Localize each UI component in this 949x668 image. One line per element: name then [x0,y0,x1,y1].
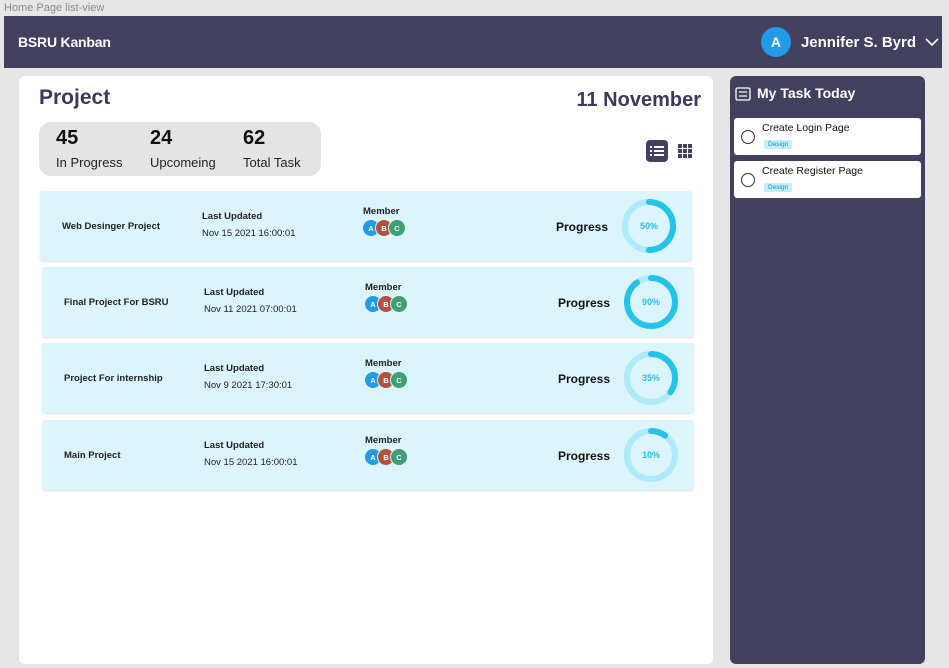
task-title: Create Login Page [762,122,850,134]
side-panel-title: My Task Today [757,85,856,101]
progress-label: Progress [558,296,611,310]
member-avatar[interactable]: C [390,295,408,313]
stat-value: 62 [243,127,266,149]
member-label: Member [365,282,402,293]
progress-value: 50% [639,221,658,231]
task-checkbox[interactable] [741,173,755,187]
member-avatar[interactable]: C [390,371,408,389]
progress-value: 35% [641,373,660,383]
last-updated-label: Last Updated [204,287,265,298]
stat-value: 45 [56,127,79,149]
progress-label: Progress [556,220,609,234]
member-avatars: A B C [364,448,408,466]
progress-label: Progress [558,372,611,386]
stat-total-task: 62 Total Task [243,127,301,170]
list-view-icon [650,146,664,156]
list-view-button[interactable] [646,140,668,162]
last-updated-value: Nov 11 2021 07:00:01 [204,304,297,315]
task-checkbox[interactable] [741,130,755,144]
frame-label: Home Page list-view [4,2,105,14]
last-updated-value: Nov 15 2021 16:00:01 [202,228,296,239]
user-name: Jennifer S. Byrd [800,33,916,51]
last-updated-label: Last Updated [202,211,263,222]
progress-label: Progress [558,449,611,463]
last-updated-value: Nov 15 2021 16:00:01 [204,457,298,468]
project-name: Project For internship [64,373,163,384]
view-toggle [646,140,696,162]
project-panel: Project 11 November 45 In Progress 24 Up… [19,76,713,664]
member-label: Member [365,358,402,369]
progress-value: 90% [641,297,660,307]
member-avatars: A B C [364,295,408,313]
brand-name[interactable]: BSRU Kanban [18,34,111,50]
task-list-icon [735,87,751,101]
stat-label: In Progress [56,155,123,170]
member-avatar[interactable]: C [388,219,406,237]
member-avatar[interactable]: C [390,448,408,466]
project-name: Web Desinger Project [62,221,161,232]
grid-view-button[interactable] [674,140,696,162]
task-tag: Design [764,183,793,192]
user-menu[interactable]: A Jennifer S. Byrd [760,16,942,68]
progress-value: 10% [641,450,660,460]
my-task-today-panel: My Task Today Create Login Page Design C… [730,76,925,664]
top-navigation-bar: BSRU Kanban A Jennifer S. Byrd [4,16,942,68]
task-tag: Design [764,140,793,149]
project-name: Final Project For BSRU [64,297,169,308]
grid-view-icon [678,144,692,158]
stat-in-progress: 45 In Progress [56,127,122,170]
task-card[interactable]: Create Register Page Design [734,161,921,198]
current-date: 11 November [576,89,701,111]
project-row[interactable]: Main Project Last Updated Nov 15 2021 16… [42,420,694,490]
chevron-down-icon[interactable] [924,36,940,48]
member-avatars: A B C [364,371,408,389]
page-title: Project [39,86,111,109]
stat-upcoming: 24 Upcomeing [150,127,216,170]
stat-value: 24 [150,127,173,149]
member-label: Member [363,206,400,217]
stat-label: Total Task [243,155,301,170]
member-label: Member [365,435,402,446]
project-row[interactable]: Project For internship Last Updated Nov … [42,343,694,413]
user-avatar[interactable]: A [760,27,791,57]
task-card[interactable]: Create Login Page Design [734,118,921,155]
project-row[interactable]: Final Project For BSRU Last Updated Nov … [42,267,694,337]
member-avatars: A B C [362,219,406,237]
task-title: Create Register Page [762,165,863,177]
last-updated-label: Last Updated [204,440,265,451]
last-updated-value: Nov 9 2021 17:30:01 [204,380,293,391]
stats-summary: 45 In Progress 24 Upcomeing 62 Total Tas… [39,122,321,176]
project-name: Main Project [64,450,121,461]
project-row[interactable]: Web Desinger Project Last Updated Nov 15… [40,191,692,261]
last-updated-label: Last Updated [204,363,265,374]
stat-label: Upcomeing [150,155,216,170]
